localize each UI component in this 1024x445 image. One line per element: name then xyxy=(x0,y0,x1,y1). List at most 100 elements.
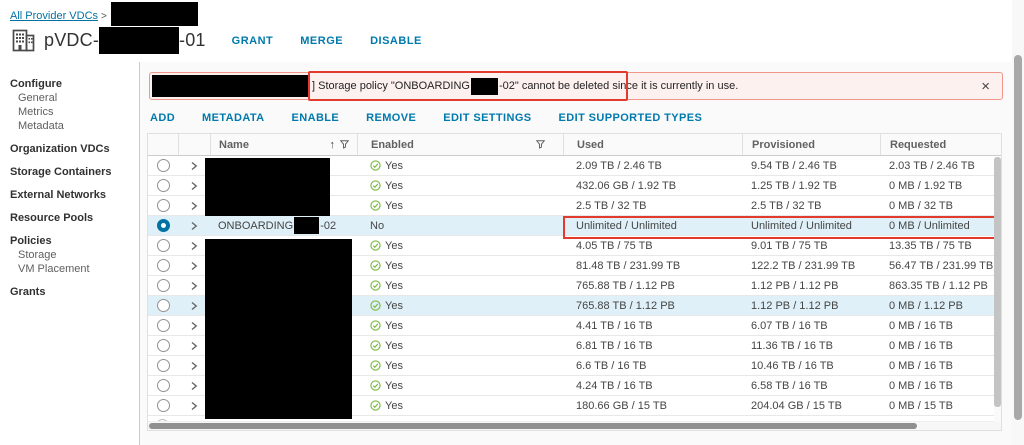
row-radio-button[interactable] xyxy=(157,319,170,332)
cell-provisioned: 11.36 TB / 16 TB xyxy=(742,336,880,355)
cell-used: Unlimited / Unlimited xyxy=(563,216,742,235)
expand-chevron-icon[interactable] xyxy=(189,181,199,191)
sort-ascending-icon[interactable]: ↑ xyxy=(330,139,336,151)
cell-enabled: Yes xyxy=(357,276,563,295)
sidebar-item-general[interactable]: General xyxy=(0,91,139,105)
sidebar-item-external-networks[interactable]: External Networks xyxy=(0,188,139,202)
sidebar-item-resource-pools[interactable]: Resource Pools xyxy=(0,211,139,225)
cell-requested: 0 MB / Unlimited xyxy=(880,216,1001,235)
cell-select xyxy=(148,376,178,395)
cell-used: 4.24 TB / 16 TB xyxy=(563,376,742,395)
sidebar-group: Organization VDCs xyxy=(0,142,139,156)
expand-chevron-icon[interactable] xyxy=(189,281,199,291)
cell-select xyxy=(148,276,178,295)
row-radio-button[interactable] xyxy=(157,379,170,392)
row-radio-button[interactable] xyxy=(157,279,170,292)
table-header-row: Name ↑ Enabled xyxy=(148,134,1001,156)
cell-requested: 56.47 TB / 231.99 TB xyxy=(880,256,1001,275)
row-radio-button[interactable] xyxy=(157,359,170,372)
edit-supported-types-button[interactable]: EDIT SUPPORTED TYPES xyxy=(559,112,703,124)
row-radio-button[interactable] xyxy=(157,239,170,252)
cell-provisioned: 1.25 TB / 1.92 TB xyxy=(742,176,880,195)
column-header-provisioned[interactable]: Provisioned xyxy=(752,139,815,151)
enabled-yes-icon xyxy=(370,320,381,331)
breadcrumb-link-all-provider-vdcs[interactable]: All Provider VDCs xyxy=(10,10,98,22)
header-cell-enabled: Enabled xyxy=(357,134,563,155)
edit-settings-button[interactable]: EDIT SETTINGS xyxy=(443,112,531,124)
sidebar-item-storage[interactable]: Storage xyxy=(0,248,139,262)
cell-provisioned: 204.04 GB / 15 TB xyxy=(742,396,880,415)
enabled-yes-icon xyxy=(370,400,381,411)
page-title-prefix: pVDC- xyxy=(44,30,99,51)
expand-chevron-icon[interactable] xyxy=(189,261,199,271)
row-radio-button[interactable] xyxy=(157,259,170,272)
metadata-button[interactable]: METADATA xyxy=(202,112,264,124)
row-radio-button[interactable] xyxy=(157,159,170,172)
filter-icon[interactable] xyxy=(536,140,545,149)
expand-chevron-icon[interactable] xyxy=(189,401,199,411)
enable-button[interactable]: ENABLE xyxy=(292,112,340,124)
cell-used: 432.06 GB / 1.92 TB xyxy=(563,176,742,195)
column-header-used[interactable]: Used xyxy=(577,139,604,151)
expand-chevron-icon[interactable] xyxy=(189,381,199,391)
sidebar-item-configure[interactable]: Configure xyxy=(0,77,139,91)
enabled-yes-icon xyxy=(370,160,381,171)
cell-provisioned: 1.12 PB / 1.12 PB xyxy=(742,276,880,295)
expand-chevron-icon[interactable] xyxy=(189,341,199,351)
alert-close-icon[interactable]: × xyxy=(979,79,992,94)
disable-button[interactable]: DISABLE xyxy=(370,35,422,47)
redaction-box xyxy=(205,158,330,216)
redaction-box xyxy=(471,78,498,95)
cell-provisioned: Unlimited / Unlimited xyxy=(742,216,880,235)
expand-chevron-icon[interactable] xyxy=(189,301,199,311)
expand-chevron-icon[interactable] xyxy=(189,161,199,171)
column-header-requested[interactable]: Requested xyxy=(890,139,946,151)
row-radio-button[interactable] xyxy=(157,219,170,232)
redaction-box xyxy=(99,27,179,54)
cell-expand xyxy=(178,216,210,235)
cell-provisioned: 122.2 TB / 231.99 TB xyxy=(742,256,880,275)
add-button[interactable]: ADD xyxy=(150,112,175,124)
sidebar-item-vm-placement[interactable]: VM Placement xyxy=(0,262,139,276)
expand-chevron-icon[interactable] xyxy=(189,221,199,231)
row-radio-button[interactable] xyxy=(157,399,170,412)
filter-icon[interactable] xyxy=(340,140,349,149)
sidebar-item-organization-vdcs[interactable]: Organization VDCs xyxy=(0,142,139,156)
enabled-value: Yes xyxy=(385,260,403,272)
row-radio-button[interactable] xyxy=(157,339,170,352)
table-toolbar: ADD METADATA ENABLE REMOVE EDIT SETTINGS EDIT… xyxy=(150,112,729,124)
sidebar-item-grants[interactable]: Grants xyxy=(0,285,139,299)
row-radio-button[interactable] xyxy=(157,199,170,212)
page-scrollbar-thumb[interactable] xyxy=(1014,55,1022,420)
table-row[interactable]: ONBOARDING-02NoUnlimited / UnlimitedUnli… xyxy=(148,216,1001,236)
column-header-enabled[interactable]: Enabled xyxy=(371,139,414,151)
expand-chevron-icon[interactable] xyxy=(189,201,199,211)
row-radio-button[interactable] xyxy=(157,299,170,312)
expand-chevron-icon[interactable] xyxy=(189,241,199,251)
sidebar-item-metrics[interactable]: Metrics xyxy=(0,105,139,119)
enabled-value: No xyxy=(370,220,384,232)
table-vertical-scrollbar-thumb[interactable] xyxy=(994,157,1001,407)
row-radio-button[interactable] xyxy=(157,179,170,192)
enabled-value: Yes xyxy=(385,280,403,292)
expand-chevron-icon[interactable] xyxy=(189,361,199,371)
cell-requested: 0 MB / 15 TB xyxy=(880,396,1001,415)
cell-used: 765.88 TB / 1.12 PB xyxy=(563,276,742,295)
cell-requested: 0 MB / 32 TB xyxy=(880,196,1001,215)
redaction-box xyxy=(152,75,309,97)
cell-select xyxy=(148,156,178,175)
enabled-yes-icon xyxy=(370,280,381,291)
sidebar-item-metadata[interactable]: Metadata xyxy=(0,119,139,133)
sidebar-group: ConfigureGeneralMetricsMetadata xyxy=(0,77,139,133)
expand-chevron-icon[interactable] xyxy=(189,321,199,331)
horizontal-scrollbar-thumb[interactable] xyxy=(149,423,917,429)
remove-button[interactable]: REMOVE xyxy=(366,112,416,124)
merge-button[interactable]: MERGE xyxy=(300,35,343,47)
column-header-name[interactable]: Name xyxy=(219,139,249,151)
sidebar-item-policies[interactable]: Policies xyxy=(0,234,139,248)
cell-enabled: No xyxy=(357,216,563,235)
sidebar-item-storage-containers[interactable]: Storage Containers xyxy=(0,165,139,179)
cell-used: 6.6 TB / 16 TB xyxy=(563,356,742,375)
grant-button[interactable]: GRANT xyxy=(232,35,274,47)
enabled-value: Yes xyxy=(385,340,403,352)
